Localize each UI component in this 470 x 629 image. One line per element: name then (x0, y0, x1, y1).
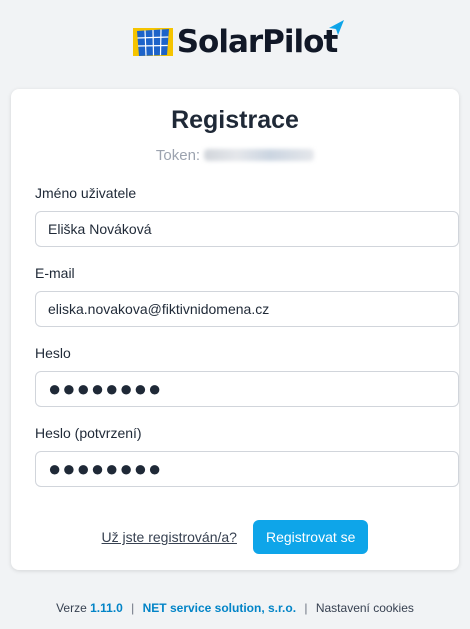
token-row: Token: (11, 147, 459, 164)
username-label: Jméno uživatele (35, 185, 137, 201)
footer-separator: | (131, 601, 135, 615)
registration-page: SolarPilot Registrace Token: Jméno uživa… (0, 0, 470, 629)
token-label: Token: (155, 147, 201, 164)
email-input[interactable] (35, 291, 459, 327)
already-registered-link[interactable]: Už jste registrován/a? (102, 529, 237, 545)
version-label: Verze (56, 601, 87, 615)
username-input[interactable] (35, 211, 459, 247)
paper-plane-icon (329, 20, 345, 35)
password-confirm-input[interactable] (35, 451, 459, 487)
company-link[interactable]: NET service solution, s.r.o. (143, 601, 296, 615)
password-input[interactable] (35, 371, 459, 407)
solar-panel-icon (132, 28, 173, 56)
logo-inner: SolarPilot (132, 20, 345, 60)
version-number: 1.11.0 (90, 601, 123, 615)
password-confirm-label: Heslo (potvrzení) (35, 425, 142, 441)
registration-card: Registrace Token: Jméno uživatele E-mail… (11, 89, 459, 570)
page-title: Registrace (171, 106, 299, 134)
cookie-settings-link[interactable]: Nastavení cookies (316, 601, 414, 615)
token-value-blurred (204, 149, 315, 161)
footer-separator: | (304, 601, 308, 615)
logo: SolarPilot (0, 16, 470, 68)
register-button[interactable]: Registrovat se (252, 520, 369, 554)
password-label: Heslo (35, 345, 71, 361)
footer: Verze 1.11.0 | NET service solution, s.r… (0, 601, 470, 615)
logo-wordmark: SolarPilot (176, 23, 339, 60)
form-actions: Už jste registrován/a? Registrovat se (11, 520, 459, 554)
email-label: E-mail (35, 265, 75, 281)
